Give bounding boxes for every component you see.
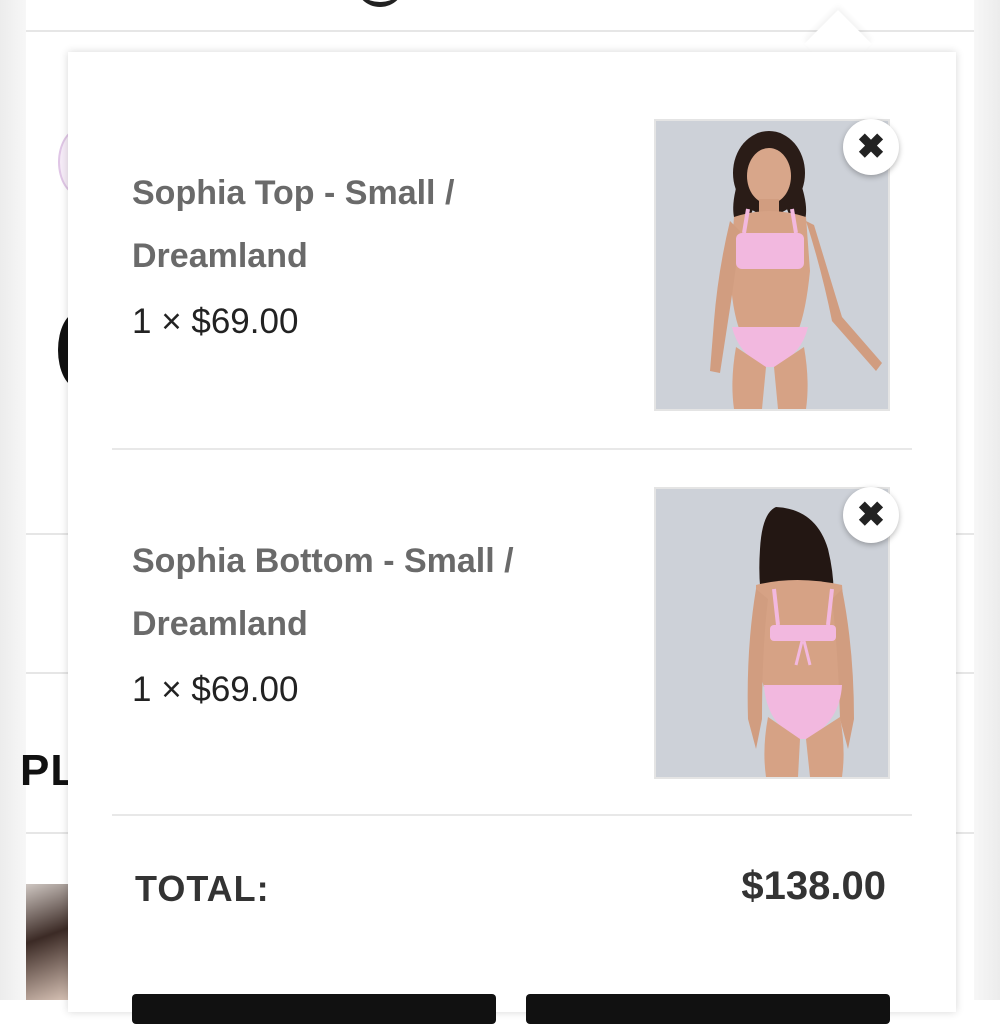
remove-item-button[interactable]: ✖ [843, 487, 899, 543]
cart-total-value: $138.00 [741, 864, 886, 908]
cart-total-divider [112, 814, 912, 816]
close-icon: ✖ [856, 128, 886, 166]
close-icon: ✖ [856, 496, 886, 534]
left-edge-shade [0, 0, 26, 1000]
right-edge-shade [974, 0, 1000, 1000]
cart-item-quantity-price: 1 × $69.00 [132, 302, 299, 341]
view-cart-button[interactable] [132, 994, 496, 1024]
cart-item-divider [112, 448, 912, 450]
checkout-button[interactable] [526, 994, 890, 1024]
remove-item-button[interactable]: ✖ [843, 119, 899, 175]
background-product-photo [26, 884, 70, 1000]
cart-item-quantity-price: 1 × $69.00 [132, 670, 299, 709]
header-logo-fragment [355, 0, 405, 7]
cart-item-name[interactable]: Sophia Top - Small / Dreamland [132, 162, 602, 288]
cart-total-label: TOTAL: [135, 868, 270, 909]
cart-item-name[interactable]: Sophia Bottom - Small / Dreamland [132, 530, 602, 656]
